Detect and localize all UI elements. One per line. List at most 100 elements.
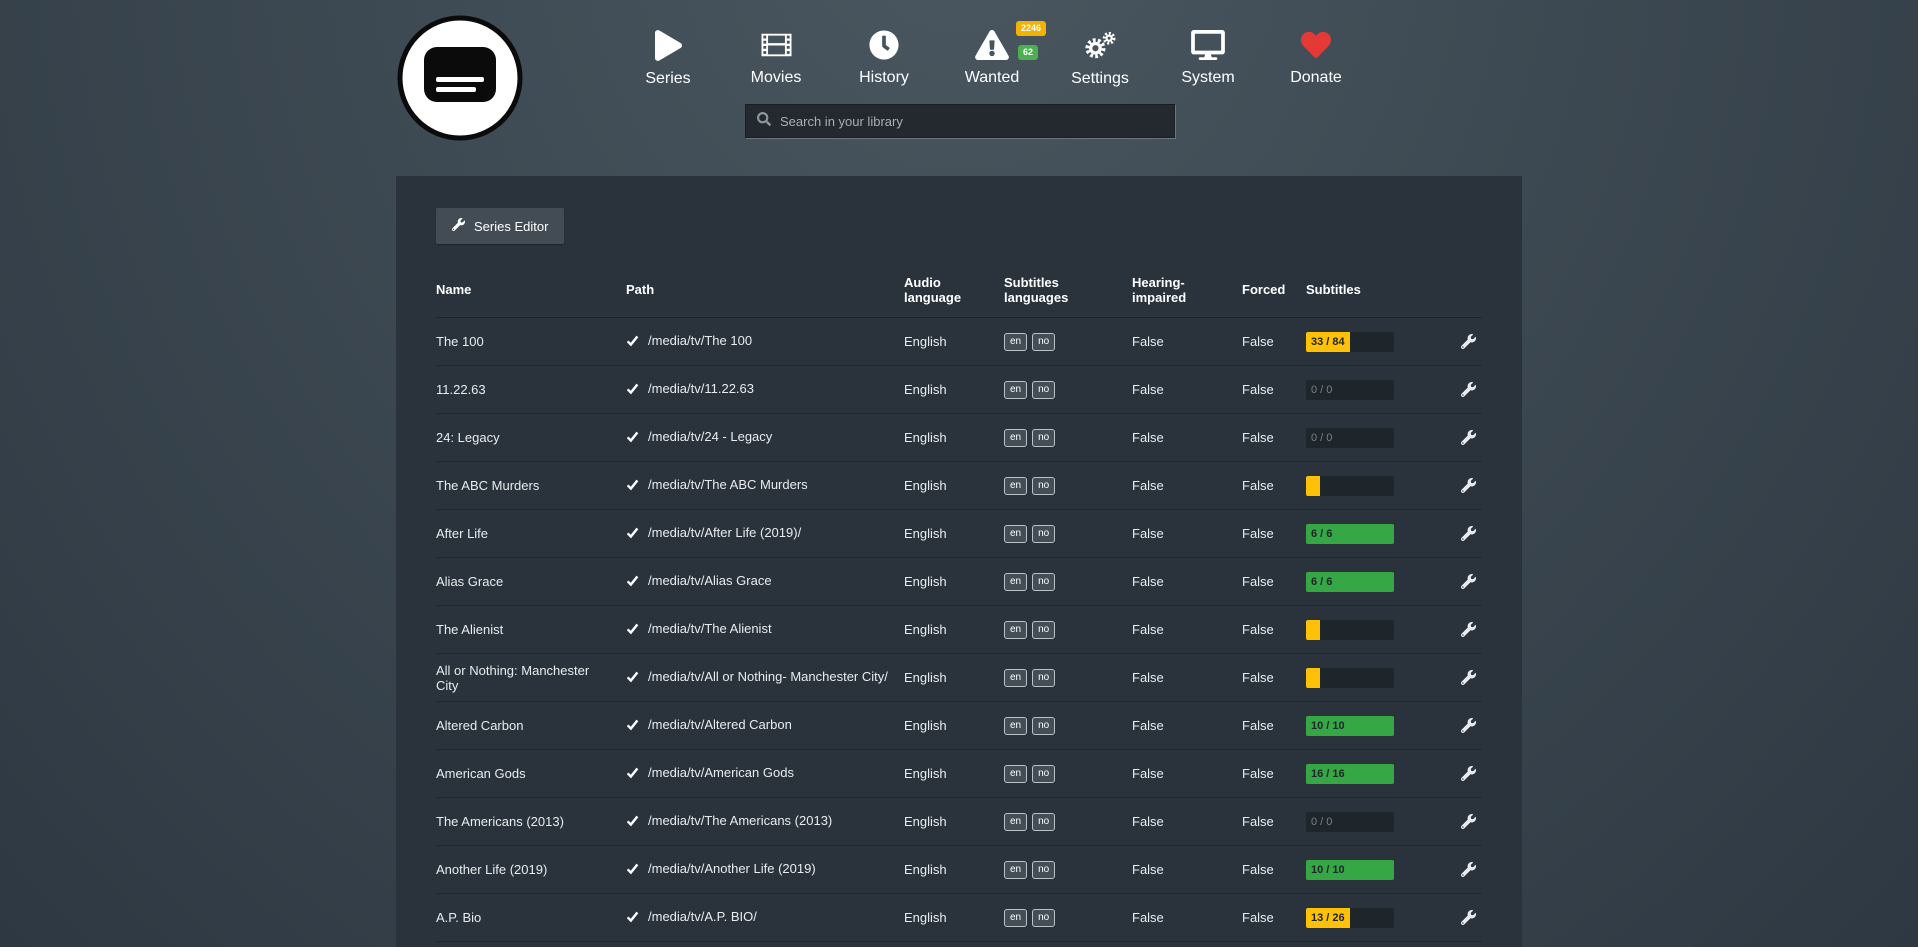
- series-name[interactable]: The Alienist: [436, 614, 626, 645]
- subtitles-progress-bar: 10 / 10: [1306, 716, 1394, 736]
- edit-series-button[interactable]: [1457, 714, 1480, 737]
- series-name[interactable]: Another Life (2019): [436, 854, 626, 885]
- row-actions: [1438, 706, 1482, 745]
- subtitles-cell: 33 / 84: [1306, 324, 1438, 360]
- edit-series-button[interactable]: [1457, 474, 1480, 497]
- series-name[interactable]: 24: Legacy: [436, 422, 626, 453]
- nav-item-donate[interactable]: Donate: [1284, 30, 1348, 88]
- edit-series-button[interactable]: [1457, 762, 1480, 785]
- edit-series-button[interactable]: [1457, 330, 1480, 353]
- edit-series-button[interactable]: [1457, 858, 1480, 881]
- nav-item-system[interactable]: System: [1176, 30, 1240, 88]
- hearing-impaired-value: False: [1132, 806, 1242, 837]
- forced-value: False: [1242, 710, 1306, 741]
- subtitles-progress-bar: 13 / 26: [1306, 908, 1394, 928]
- row-actions: [1438, 802, 1482, 841]
- search-input[interactable]: [780, 114, 1163, 129]
- nav-item-settings[interactable]: Settings: [1068, 30, 1132, 88]
- series-path: /media/tv/24 - Legacy: [648, 429, 772, 444]
- edit-series-button[interactable]: [1457, 570, 1480, 593]
- series-name[interactable]: The Americans (2013): [436, 806, 626, 837]
- check-icon: [626, 478, 639, 494]
- app-header: Series Movies History Wanted 2246: [396, 0, 1522, 176]
- check-icon: [626, 910, 639, 926]
- subtitles-progress-bar: 6 / 6: [1306, 572, 1394, 592]
- series-path-cell: /media/tv/The Alienist: [626, 613, 904, 646]
- nav-label: System: [1181, 69, 1234, 87]
- subtitle-language-badge: en: [1004, 717, 1027, 735]
- bazarr-logo[interactable]: [396, 14, 524, 142]
- row-actions: [1438, 898, 1482, 937]
- audio-language: English: [904, 566, 1004, 597]
- subtitle-language-badge: en: [1004, 573, 1027, 591]
- series-path-cell: /media/tv/Another Life (2019): [626, 853, 904, 886]
- row-actions: [1438, 754, 1482, 793]
- edit-series-button[interactable]: [1457, 618, 1480, 641]
- check-icon: [626, 718, 639, 734]
- wrench-icon: [1461, 382, 1476, 397]
- subtitles-progress-label: 0 / 0: [1306, 384, 1337, 396]
- subtitle-languages: enno: [1004, 900, 1132, 935]
- nav-item-series[interactable]: Series: [636, 30, 700, 88]
- series-path-cell: /media/tv/The 100: [626, 325, 904, 358]
- row-actions: [1438, 562, 1482, 601]
- series-path: /media/tv/The Alienist: [648, 621, 772, 636]
- library-search[interactable]: [745, 104, 1175, 138]
- edit-series-button[interactable]: [1457, 810, 1480, 833]
- nav-label: Settings: [1071, 70, 1129, 88]
- series-path-cell: /media/tv/Alias Grace: [626, 565, 904, 598]
- row-actions: [1438, 466, 1482, 505]
- column-header-audio: Audio language: [904, 267, 1004, 313]
- subtitle-languages: enno: [1004, 420, 1132, 455]
- subtitles-progress-label: 6 / 6: [1306, 528, 1337, 540]
- subtitles-cell: 10 / 10: [1306, 708, 1438, 744]
- check-icon: [626, 622, 639, 638]
- series-name[interactable]: The 100: [436, 326, 626, 357]
- forced-value: False: [1242, 806, 1306, 837]
- edit-series-button[interactable]: [1457, 522, 1480, 545]
- series-path-cell: /media/tv/A.P. BIO/: [626, 901, 904, 934]
- series-path-cell: /media/tv/11.22.63: [626, 373, 904, 406]
- series-name[interactable]: All or Nothing: Manchester City: [436, 655, 626, 701]
- series-editor-label: Series Editor: [474, 219, 548, 234]
- subtitle-language-badge: en: [1004, 909, 1027, 927]
- audio-language: English: [904, 422, 1004, 453]
- edit-series-button[interactable]: [1457, 426, 1480, 449]
- series-name[interactable]: 11.22.63: [436, 374, 626, 405]
- series-name[interactable]: American Gods: [436, 758, 626, 789]
- nav-item-history[interactable]: History: [852, 30, 916, 88]
- hearing-impaired-value: False: [1132, 758, 1242, 789]
- subtitles-cell: 0 / 0: [1306, 372, 1438, 408]
- subtitle-languages: enno: [1004, 708, 1132, 743]
- wrench-icon: [1461, 910, 1476, 925]
- heart-icon: [1300, 30, 1332, 60]
- subtitles-progress-bar: 33 / 84: [1306, 332, 1394, 352]
- subtitle-languages: enno: [1004, 468, 1132, 503]
- subtitle-language-badge: en: [1004, 381, 1027, 399]
- series-path-cell: /media/tv/American Gods: [626, 757, 904, 790]
- subtitle-languages: enno: [1004, 372, 1132, 407]
- series-name[interactable]: The ABC Murders: [436, 470, 626, 501]
- series-editor-button[interactable]: Series Editor: [436, 208, 564, 244]
- edit-series-button[interactable]: [1457, 378, 1480, 401]
- edit-series-button[interactable]: [1457, 666, 1480, 689]
- subtitles-cell: 16 / 16: [1306, 756, 1438, 792]
- forced-value: False: [1242, 422, 1306, 453]
- check-icon: [626, 430, 639, 446]
- series-name[interactable]: Alias Grace: [436, 566, 626, 597]
- series-name[interactable]: After Life: [436, 518, 626, 549]
- series-name[interactable]: A.P. Bio: [436, 902, 626, 933]
- wrench-icon: [1461, 334, 1476, 349]
- column-header-forced: Forced: [1242, 274, 1306, 305]
- edit-series-button[interactable]: [1457, 906, 1480, 929]
- hearing-impaired-value: False: [1132, 710, 1242, 741]
- nav-label: Wanted: [965, 69, 1020, 87]
- nav-item-wanted[interactable]: Wanted 2246 62: [960, 30, 1024, 88]
- audio-language: English: [904, 662, 1004, 693]
- nav-item-movies[interactable]: Movies: [744, 30, 808, 88]
- series-name[interactable]: Altered Carbon: [436, 710, 626, 741]
- subtitle-language-badge: no: [1032, 429, 1055, 447]
- subtitles-cell: [1306, 468, 1438, 504]
- wrench-icon: [1461, 478, 1476, 493]
- hearing-impaired-value: False: [1132, 662, 1242, 693]
